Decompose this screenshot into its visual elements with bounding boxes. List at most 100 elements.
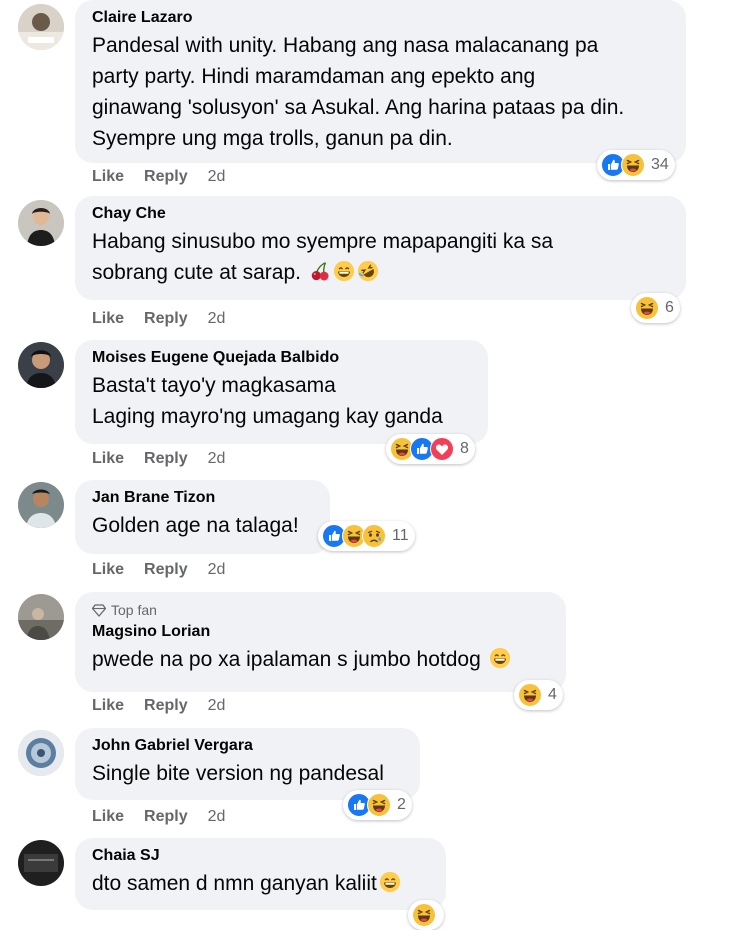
reaction-count: 4 bbox=[548, 686, 557, 703]
timestamp[interactable]: 2d bbox=[208, 561, 226, 579]
comment-text: pwede na po xa ipalaman s jumbo hotdog bbox=[92, 644, 549, 675]
avatar-photo-icon bbox=[18, 342, 64, 388]
love-icon bbox=[430, 437, 454, 461]
comment-line: Habang sinusubo mo syempre mapapangiti k… bbox=[92, 230, 554, 253]
avatar[interactable] bbox=[18, 4, 64, 50]
comment-text: Golden age na talaga! bbox=[92, 510, 313, 541]
comment-line-text: dto samen d nmn ganyan kaliit bbox=[92, 872, 377, 895]
comment-bubble: Jan Brane Tizon Golden age na talaga! bbox=[75, 480, 330, 554]
timestamp[interactable]: 2d bbox=[208, 168, 226, 186]
avatar-photo-icon bbox=[18, 730, 64, 776]
comment-line: Pandesal with unity. Habang ang nasa mal… bbox=[92, 34, 599, 57]
haha-icon bbox=[367, 793, 391, 817]
reaction-summary[interactable]: 6 bbox=[631, 293, 680, 323]
timestamp[interactable]: 2d bbox=[208, 310, 226, 328]
comment-bubble: Moises Eugene Quejada Balbido Basta't ta… bbox=[75, 340, 488, 444]
comment-actions: Like Reply 2d bbox=[92, 561, 245, 579]
avatar-photo-icon bbox=[18, 200, 64, 246]
reaction-count: 8 bbox=[460, 440, 469, 457]
avatar[interactable] bbox=[18, 200, 64, 246]
reply-link[interactable]: Reply bbox=[144, 808, 188, 826]
reaction-count: 6 bbox=[665, 299, 674, 316]
reply-link[interactable]: Reply bbox=[144, 697, 188, 715]
comment-bubble: Top fan Magsino Lorian pwede na po xa ip… bbox=[75, 592, 566, 692]
avatar-photo-icon bbox=[18, 482, 64, 528]
comment-author[interactable]: Moises Eugene Quejada Balbido bbox=[92, 348, 471, 368]
comment-bubble: Chay Che Habang sinusubo mo syempre mapa… bbox=[75, 196, 686, 300]
timestamp[interactable]: 2d bbox=[208, 450, 226, 468]
like-link[interactable]: Like bbox=[92, 561, 124, 579]
comment-line-text: sobrang cute at sarap. bbox=[92, 261, 301, 284]
comment-line: Basta't tayo'y magkasama bbox=[92, 374, 336, 397]
comment-author[interactable]: John Gabriel Vergara bbox=[92, 736, 403, 756]
comment-line-text: pwede na po xa ipalaman s jumbo hotdog bbox=[92, 648, 481, 671]
timestamp[interactable]: 2d bbox=[208, 697, 226, 715]
comment-text: Single bite version ng pandesal bbox=[92, 758, 403, 789]
reply-link[interactable]: Reply bbox=[144, 561, 188, 579]
reaction-summary[interactable]: 34 bbox=[597, 150, 675, 180]
reply-link[interactable]: Reply bbox=[144, 310, 188, 328]
grinning-emoji bbox=[333, 260, 355, 282]
comment-actions: Like Reply 2d bbox=[92, 168, 245, 186]
comment-author[interactable]: Magsino Lorian bbox=[92, 622, 549, 642]
haha-icon bbox=[635, 296, 659, 320]
avatar-photo-icon bbox=[18, 840, 64, 886]
avatar-photo-icon bbox=[18, 594, 64, 640]
reaction-summary[interactable]: 8 bbox=[386, 434, 475, 464]
comment-author[interactable]: Chay Che bbox=[92, 204, 669, 224]
reaction-count: 2 bbox=[397, 796, 406, 813]
comment-text: dto samen d nmn ganyan kaliit bbox=[92, 868, 429, 899]
like-link[interactable]: Like bbox=[92, 808, 124, 826]
comment-actions: Like Reply 2d bbox=[92, 808, 245, 826]
comment-line: ginawang 'solusyon' sa Asukal. Ang harin… bbox=[92, 96, 625, 119]
comment-bubble: Claire Lazaro Pandesal with unity. Haban… bbox=[75, 0, 686, 163]
diamond-icon bbox=[92, 604, 106, 617]
comment-line: Golden age na talaga! bbox=[92, 514, 299, 537]
grinning-emoji bbox=[379, 871, 401, 893]
comment-author[interactable]: Jan Brane Tizon bbox=[92, 488, 313, 508]
like-link[interactable]: Like bbox=[92, 310, 124, 328]
reaction-summary[interactable]: 4 bbox=[514, 680, 563, 710]
comment-line: dto samen d nmn ganyan kaliit bbox=[92, 868, 429, 899]
reaction-count: 34 bbox=[651, 156, 669, 173]
reply-link[interactable]: Reply bbox=[144, 450, 188, 468]
like-link[interactable]: Like bbox=[92, 168, 124, 186]
rofl-emoji bbox=[357, 260, 379, 282]
reaction-summary[interactable]: 2 bbox=[343, 790, 412, 820]
avatar[interactable] bbox=[18, 342, 64, 388]
comment-line: party party. Hindi maramdaman ang epekto… bbox=[92, 65, 536, 88]
comment-line: Syempre ung mga trolls, ganun pa din. bbox=[92, 127, 453, 150]
haha-icon bbox=[412, 903, 436, 927]
comment-author[interactable]: Claire Lazaro bbox=[92, 8, 669, 28]
cherries-emoji bbox=[309, 260, 331, 282]
comment-text: Habang sinusubo mo syempre mapapangiti k… bbox=[92, 226, 669, 288]
reply-link[interactable]: Reply bbox=[144, 168, 188, 186]
comment-actions: Like Reply 2d bbox=[92, 310, 245, 328]
like-link[interactable]: Like bbox=[92, 697, 124, 715]
comment-author[interactable]: Chaia SJ bbox=[92, 846, 429, 866]
comment-line: sobrang cute at sarap. bbox=[92, 257, 669, 288]
avatar[interactable] bbox=[18, 730, 64, 776]
haha-icon bbox=[621, 153, 645, 177]
avatar[interactable] bbox=[18, 840, 64, 886]
grinning-emoji bbox=[489, 647, 511, 669]
comment-actions: Like Reply 2d bbox=[92, 450, 245, 468]
reaction-summary[interactable] bbox=[408, 900, 444, 930]
like-link[interactable]: Like bbox=[92, 450, 124, 468]
avatar-photo-icon bbox=[18, 4, 64, 50]
comment-line: Laging mayro'ng umagang kay ganda bbox=[92, 405, 443, 428]
avatar[interactable] bbox=[18, 594, 64, 640]
comment-actions: Like Reply 2d bbox=[92, 697, 245, 715]
timestamp[interactable]: 2d bbox=[208, 808, 226, 826]
avatar[interactable] bbox=[18, 482, 64, 528]
comment-line: Single bite version ng pandesal bbox=[92, 762, 384, 785]
reaction-count: 11 bbox=[392, 527, 409, 544]
top-fan-label: Top fan bbox=[111, 602, 157, 618]
comment-bubble: Chaia SJ dto samen d nmn ganyan kaliit bbox=[75, 838, 446, 910]
haha-icon bbox=[518, 683, 542, 707]
reaction-summary[interactable]: 11 bbox=[318, 521, 415, 551]
comment-text: Pandesal with unity. Habang ang nasa mal… bbox=[92, 30, 669, 154]
top-fan-badge: Top fan bbox=[92, 602, 549, 618]
comment-text: Basta't tayo'y magkasama Laging mayro'ng… bbox=[92, 370, 471, 432]
sad-icon bbox=[362, 524, 386, 548]
